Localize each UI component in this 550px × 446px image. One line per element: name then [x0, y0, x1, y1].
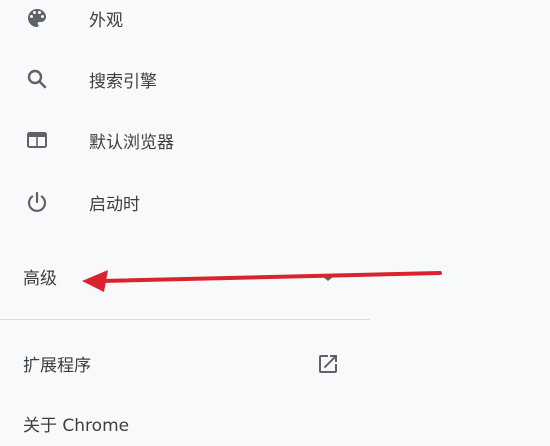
advanced-label: 高级: [23, 268, 57, 289]
sidebar-item-search-engine[interactable]: 搜索引擎: [0, 51, 370, 107]
divider: [0, 319, 370, 320]
browser-window-icon: [24, 127, 50, 153]
sidebar-item-label: 搜索引擎: [89, 71, 157, 92]
about-label: 关于 Chrome: [23, 415, 130, 436]
extensions-label: 扩展程序: [23, 355, 91, 376]
sidebar-item-label: 默认浏览器: [89, 132, 174, 153]
chevron-down-icon: [318, 270, 338, 282]
sidebar-item-on-startup[interactable]: 启动时: [0, 174, 370, 230]
settings-sidebar: 外观 搜索引擎 默认浏览器 启动时 高级 扩展程序 关于 Chrome: [0, 0, 370, 443]
power-icon: [24, 189, 50, 215]
search-icon: [24, 66, 50, 92]
sidebar-item-label: 外观: [89, 10, 123, 31]
open-in-new-icon: [316, 352, 340, 376]
sidebar-item-label: 启动时: [89, 194, 140, 215]
sidebar-item-about-chrome[interactable]: 关于 Chrome: [0, 400, 370, 446]
sidebar-item-extensions[interactable]: 扩展程序: [0, 338, 370, 388]
advanced-section-toggle[interactable]: 高级: [0, 250, 370, 302]
sidebar-item-appearance[interactable]: 外观: [0, 0, 370, 46]
palette-icon: [24, 5, 50, 31]
sidebar-item-default-browser[interactable]: 默认浏览器: [0, 112, 370, 168]
